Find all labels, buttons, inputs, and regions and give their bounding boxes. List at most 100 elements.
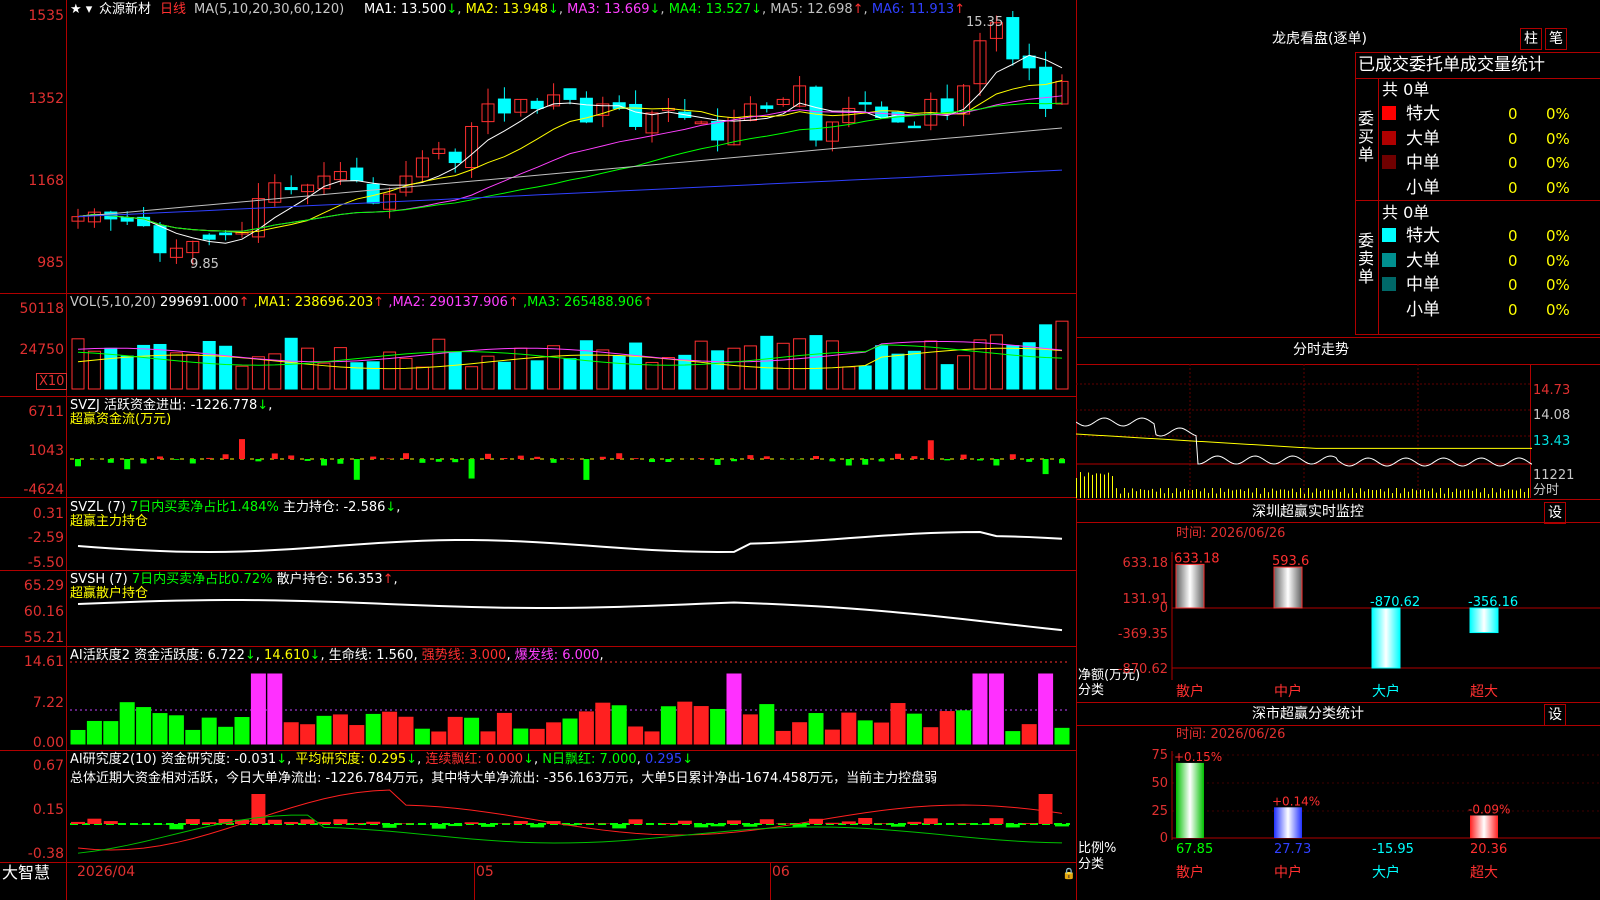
sell-row-label: 小单 [1406, 299, 1440, 320]
svzj-bar [370, 456, 377, 459]
vol-ma2-arrow: ↑ [507, 295, 519, 310]
fszs-vol-bar [1392, 493, 1393, 498]
fszs-vol-bar [1180, 491, 1181, 498]
svzl-arrow: ↓ [385, 500, 397, 515]
lhkp-tab-2[interactable]: 委托单 [1409, 54, 1460, 76]
sell-row-pct: 0% [1546, 276, 1570, 294]
ai1-bar [710, 708, 726, 745]
vol-ma2: 290137.906 [429, 295, 508, 310]
fszs-vol-bar [1524, 491, 1525, 498]
sscy-top-border [1076, 702, 1600, 703]
vol-label: VOL(5,10,20) [70, 295, 156, 310]
fszs-vol-bar [1092, 474, 1093, 498]
high-price-label: 15.35 [966, 15, 1004, 30]
ai1-bar [316, 715, 332, 745]
svzj-bar [75, 459, 81, 467]
ma-value-5: MA5: 12.698↑ [770, 2, 864, 17]
fszs-vol-bar [1368, 489, 1369, 498]
volume-bar [809, 335, 823, 390]
svzj-bar [731, 459, 737, 462]
ai2-bar [267, 819, 282, 824]
fszs-vol-bar [1156, 491, 1157, 498]
fszs-vol-bar [1280, 489, 1281, 498]
svzj-bar [534, 456, 541, 459]
szcy-settings-button[interactable]: 设 [1544, 502, 1566, 524]
ai1-bar [218, 726, 234, 745]
fszs-vol-bar [1212, 488, 1213, 498]
fszs-vol-bar [1228, 488, 1229, 498]
svzj-bar [1042, 459, 1049, 475]
fszs-vol-bar [1348, 493, 1349, 498]
volume-bar [530, 360, 544, 390]
svzj-bar [222, 454, 229, 459]
lhkp-tab-1[interactable]: 已成交 [1358, 54, 1409, 76]
ai1-strong: 强势线: 3.000 [421, 648, 507, 663]
sscy-axis-label: 0 [1160, 831, 1168, 846]
fszs-vol-bar [1284, 489, 1285, 498]
candle [760, 105, 774, 109]
ai1-bar [447, 716, 463, 745]
ai1-label: AI活跃度2 [70, 648, 130, 663]
svzj-bar [977, 459, 983, 461]
svzj-bar [304, 459, 311, 461]
svzj-bar [747, 455, 754, 459]
volume-bar [268, 353, 282, 390]
period-label[interactable]: 日线 [160, 2, 186, 17]
candle [530, 100, 544, 109]
fszs-vol-bar [1088, 472, 1089, 498]
fszs-vol-bar [1440, 488, 1441, 498]
ma-value-1: MA1: 13.500↓ [364, 2, 458, 17]
ai2-bar [103, 821, 118, 824]
volume-bar [842, 366, 856, 390]
svzl-sub: 超赢主力持仓 [70, 514, 149, 529]
ai1-bar [972, 673, 988, 745]
ai2-bar [169, 824, 184, 830]
ai2-bar [891, 824, 905, 827]
volume-bar [940, 364, 954, 390]
sell-row-pct: 0% [1546, 300, 1570, 319]
ma-values: MA1: 13.500↓, MA2: 13.948↓, MA3: 13.669↓… [364, 2, 965, 17]
tick-mode-button[interactable]: 笔 [1545, 28, 1567, 50]
fszs-vol-bar [1520, 488, 1521, 498]
ai1-bar [1005, 731, 1021, 745]
fszs-vol-bar [1480, 492, 1481, 498]
lhkp-tab-3[interactable]: 成交量统计 [1460, 54, 1545, 76]
szcy-bar [1469, 607, 1499, 634]
ai2-nred: N日飘红: 7.000 [542, 752, 637, 767]
intraday-chart[interactable] [1076, 364, 1532, 498]
svzj-bar [927, 440, 934, 459]
fszs-vol-bar [1408, 491, 1409, 498]
star-icon[interactable]: ★ ▾ [70, 2, 92, 17]
volume-bar [415, 366, 429, 390]
ai1-bar [332, 714, 348, 745]
fszs-vol-bar [1304, 493, 1305, 498]
volume-bar [366, 361, 380, 390]
candle [858, 102, 872, 105]
fszs-vol-bar [1508, 489, 1509, 498]
fszs-vol-bar [1236, 489, 1237, 498]
lock-icon[interactable]: 🔒 [1062, 866, 1076, 881]
svzj-bar [845, 459, 852, 466]
lhkp-tab-border-top [1355, 52, 1600, 53]
sell-row-swatch [1382, 228, 1396, 242]
sell-row-label: 大单 [1406, 250, 1440, 271]
sscy-category: 大户 [1372, 864, 1400, 881]
vol-ma1-arrow: ↑ [373, 295, 385, 310]
fszs-vol-bar [1492, 488, 1493, 498]
svzj-label: SVZJ [70, 398, 100, 413]
vol-ma1: 238696.203 [294, 295, 374, 310]
fszs-vol-bar [1184, 488, 1185, 498]
fszs-vol-bar [1232, 490, 1233, 498]
sscy-axis-label: 25 [1151, 804, 1168, 819]
ai2-bar [923, 818, 938, 824]
svzj-bar [419, 459, 426, 463]
sscy-bar-pct: 67.85 [1176, 842, 1213, 857]
fszs-vol-bar [1428, 491, 1429, 498]
buy-row-value: 0 [1508, 105, 1518, 123]
bar-mode-button[interactable]: 柱 [1520, 28, 1542, 50]
fszs-vol-bar [1080, 472, 1081, 498]
sscy-settings-button[interactable]: 设 [1544, 704, 1566, 726]
volume-bar [153, 343, 167, 390]
ma-sep: , [457, 2, 466, 17]
volume-bar [793, 338, 807, 390]
